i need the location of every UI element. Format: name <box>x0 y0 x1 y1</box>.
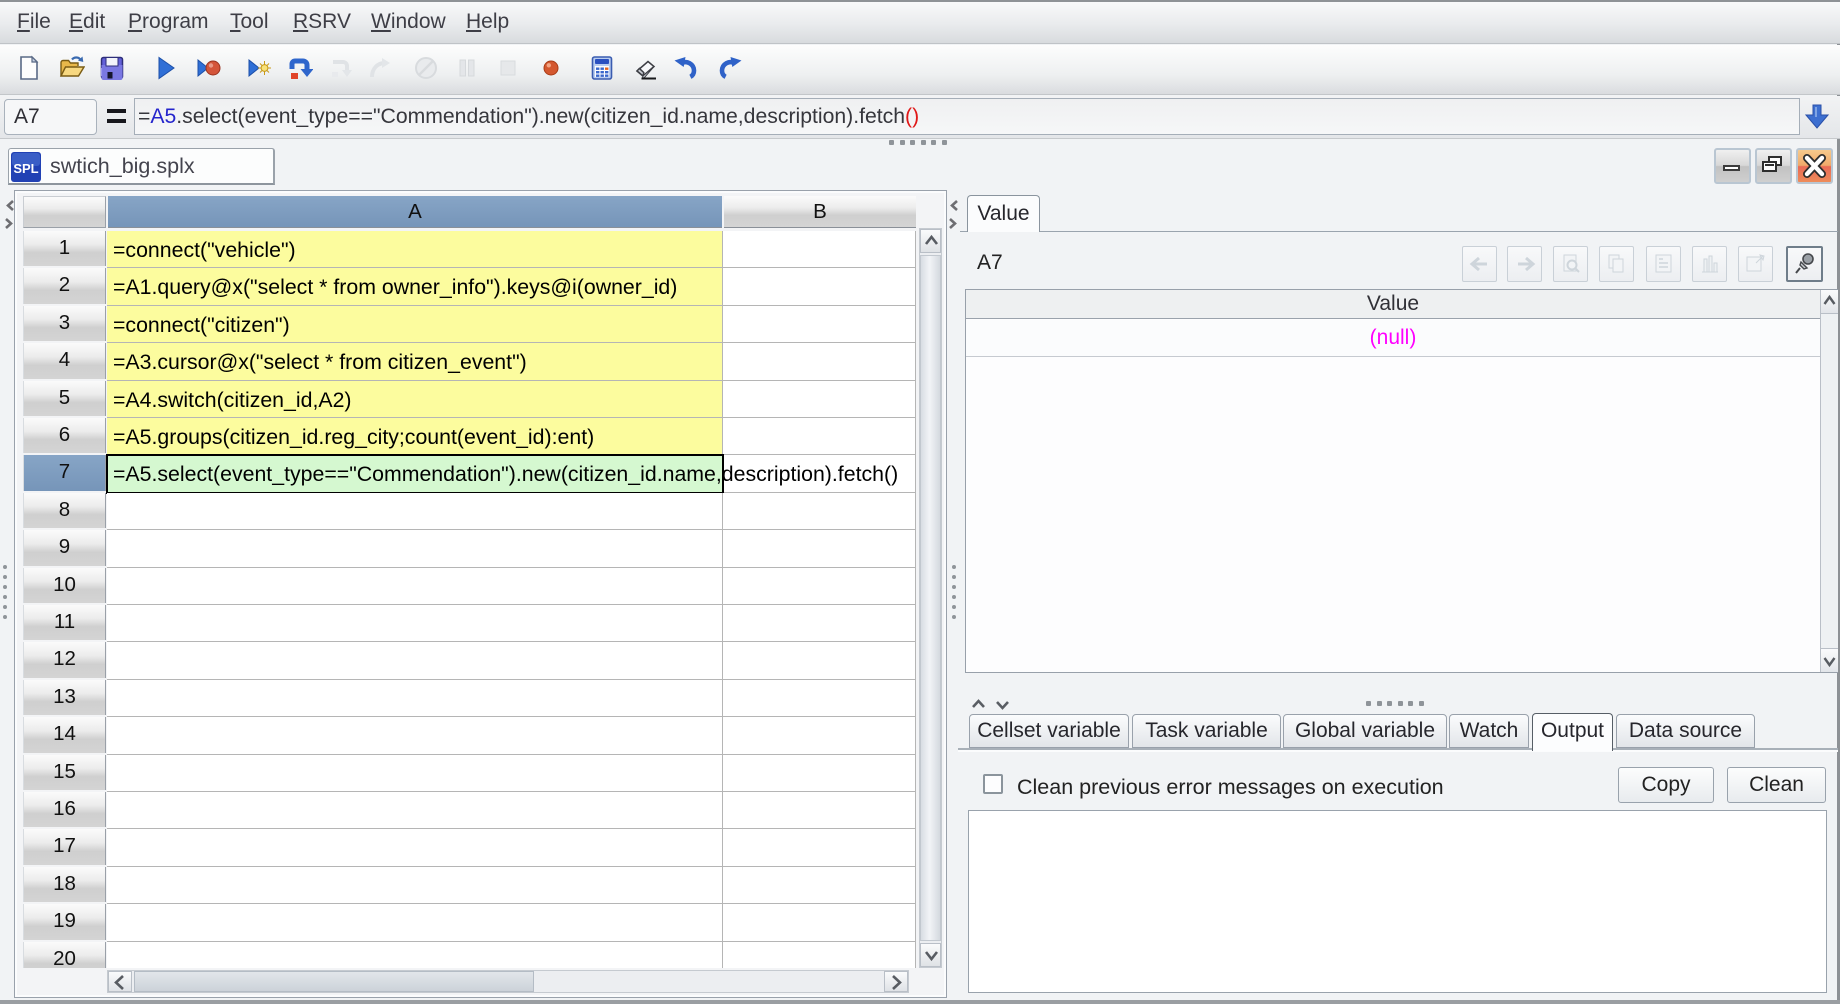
svg-text:SPL: SPL <box>13 161 38 176</box>
